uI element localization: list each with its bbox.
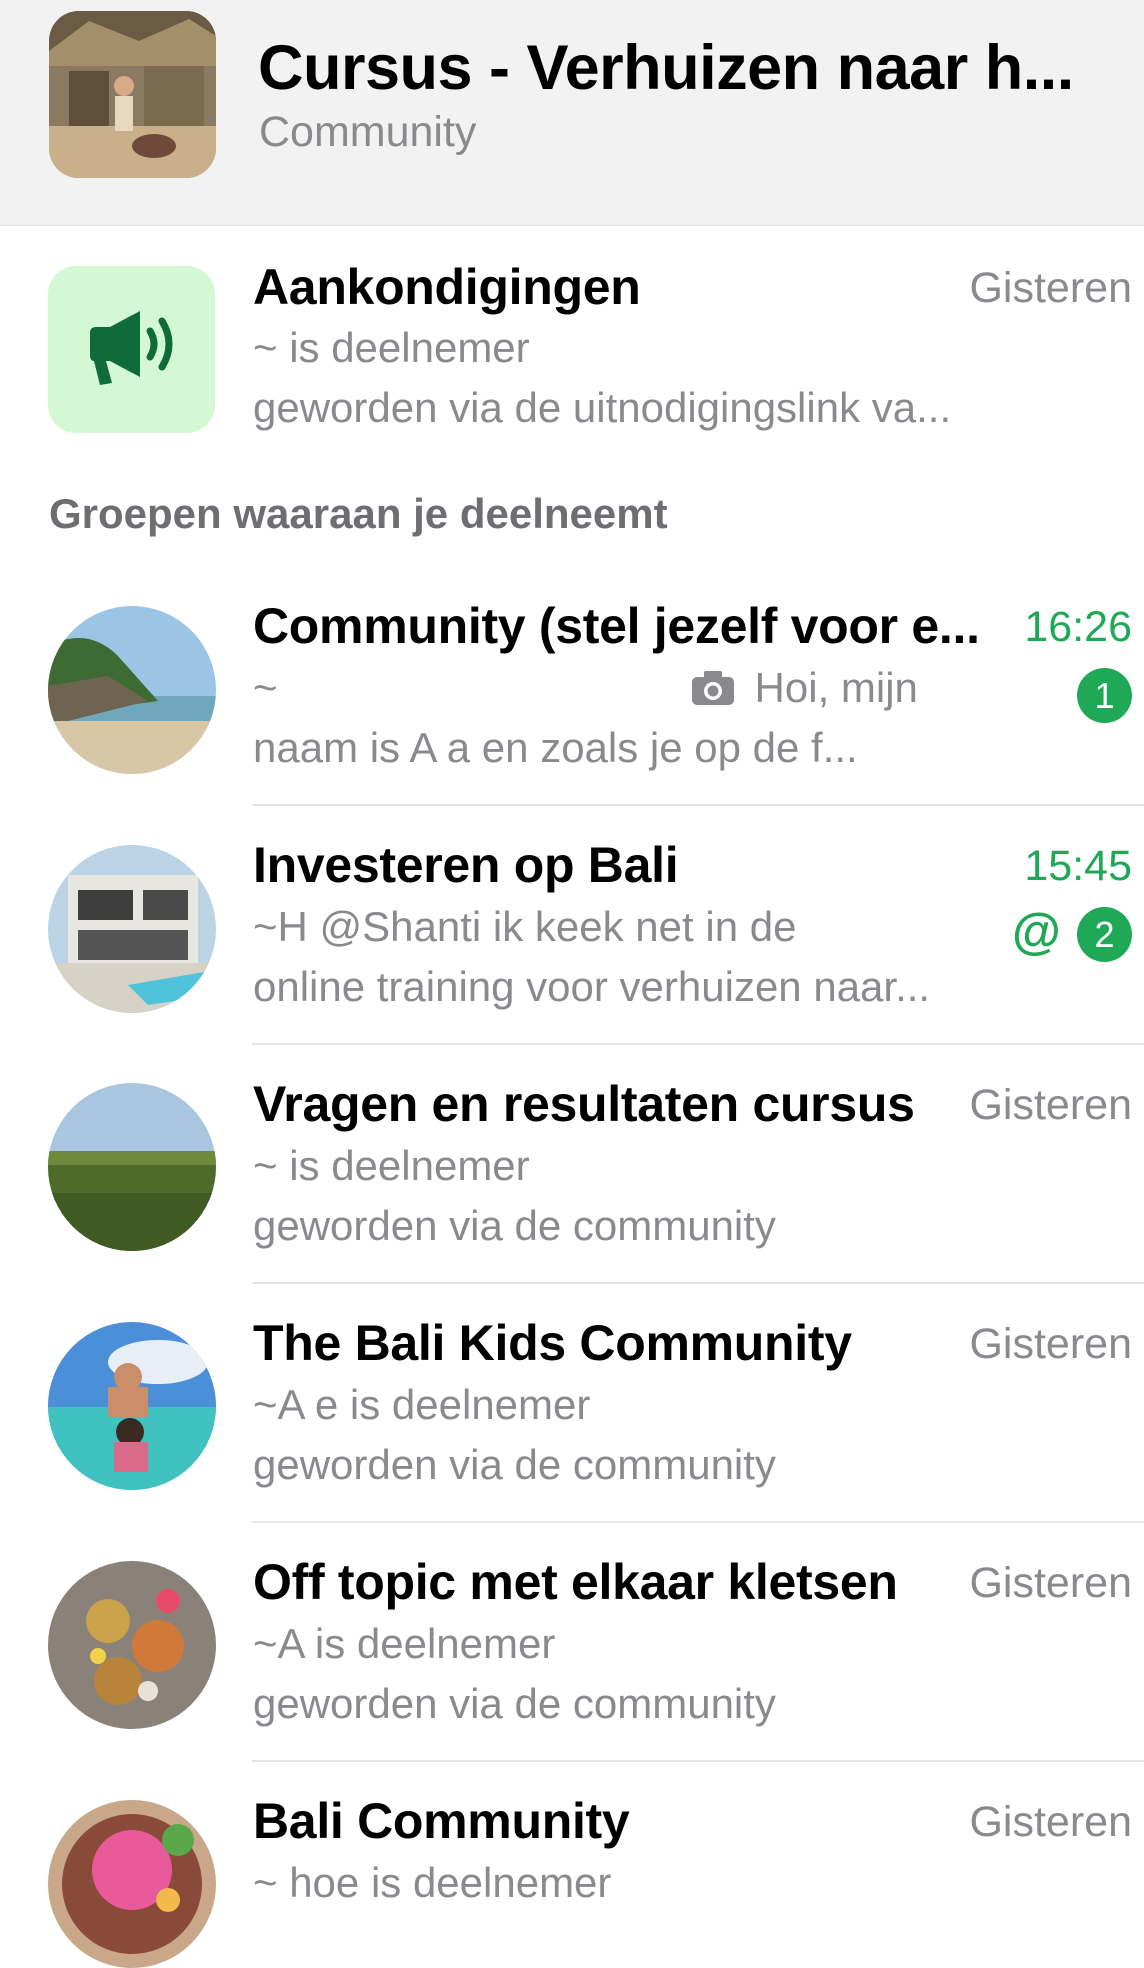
group-time: Gisteren [969, 1559, 1132, 1607]
group-preview-line1: ~ hoe is deelnemer [253, 1859, 612, 1906]
group-avatar [48, 1083, 216, 1251]
group-preview-line1: ~A e is deelnemer [253, 1381, 591, 1428]
group-avatar [48, 1800, 216, 1968]
group-title: Off topic met elkaar kletsen [253, 1554, 898, 1610]
group-time: Gisteren [969, 1081, 1132, 1129]
row-divider [252, 1521, 1144, 1523]
group-preview-line1: ~H @Shanti ik keek net in de [253, 903, 797, 950]
group-preview-line1: ~A is deelnemer [253, 1620, 556, 1667]
community-title: Cursus - Verhuizen naar h... [258, 33, 1074, 103]
announcements-tile [48, 266, 215, 433]
group-preview-line1: ~ is deelnemer [253, 1142, 530, 1189]
row-divider [252, 804, 1144, 806]
community-header[interactable]: Cursus - Verhuizen naar h... Community [0, 0, 1144, 226]
unread-badge: 2 [1077, 907, 1132, 962]
group-preview-line2: geworden via de community [253, 1202, 776, 1249]
group-avatar [48, 845, 216, 1013]
group-time: 16:26 [1024, 603, 1132, 651]
group-time: Gisteren [969, 1798, 1132, 1846]
community-subtitle: Community [259, 108, 477, 156]
row-divider [252, 1760, 1144, 1762]
group-time: Gisteren [969, 1320, 1132, 1368]
group-avatar [48, 606, 216, 774]
group-preview-line2: online training voor verhuizen naar... [253, 963, 931, 1010]
group-preview-line1: ~ xxxxxxxx Hoi, mijn [253, 664, 918, 716]
announcements-preview-line1: ~ is deelnemer [253, 324, 530, 371]
group-title: Bali Community [253, 1793, 630, 1849]
group-preview-text: Hoi, mijn [754, 664, 918, 711]
row-divider [252, 1282, 1144, 1284]
community-avatar[interactable] [49, 11, 216, 178]
announcements-title: Aankondigingen [253, 259, 641, 315]
group-preview-sender: ~ [253, 664, 278, 711]
camera-icon [691, 668, 735, 716]
group-preview-line2: naam is A a en zoals je op de f... [253, 724, 858, 771]
group-avatar [48, 1561, 216, 1729]
mention-indicator: @ [1012, 903, 1061, 959]
unread-badge: 1 [1077, 668, 1132, 723]
megaphone-icon [84, 307, 180, 392]
group-title: Investeren op Bali [253, 837, 679, 893]
announcements-preview-line2: geworden via de uitnodigingslink va... [253, 384, 952, 431]
group-title: The Bali Kids Community [253, 1315, 852, 1371]
groups-section-label: Groepen waaraan je deelneemt [49, 490, 668, 537]
announcements-time: Gisteren [969, 264, 1132, 312]
group-avatar [48, 1322, 216, 1490]
row-divider [252, 1043, 1144, 1045]
group-preview-line2: geworden via de community [253, 1441, 776, 1488]
group-title: Community (stel jezelf voor e... [253, 598, 980, 654]
group-title: Vragen en resultaten cursus [253, 1076, 915, 1132]
group-time: 15:45 [1024, 842, 1132, 890]
group-preview-line2: geworden via de community [253, 1680, 776, 1727]
